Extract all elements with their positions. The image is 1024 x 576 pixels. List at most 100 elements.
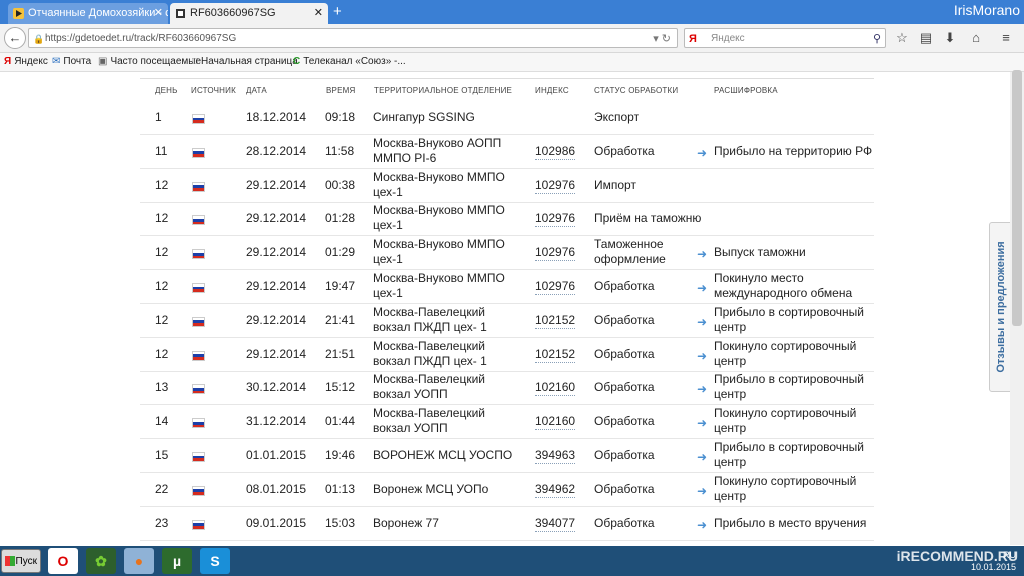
office-cell: Воронеж МСЦ УОПо — [373, 482, 488, 497]
download-icon[interactable]: ⬇ — [940, 28, 960, 48]
index-link[interactable]: 102160 — [535, 380, 576, 397]
decode-cell-line: международного обмена — [714, 286, 853, 300]
decode-cell-line: Прибыло в сортировочный — [714, 304, 864, 319]
index-link[interactable]: 102976 — [535, 245, 576, 262]
index-link[interactable]: 102160 — [535, 414, 576, 431]
time-cell: 01:29 — [325, 245, 355, 260]
header-day: День — [155, 86, 178, 95]
date-cell-text: 29.12.2014 — [246, 177, 307, 192]
index-link[interactable]: 102152 — [535, 346, 576, 363]
day-cell: 12 — [155, 211, 168, 226]
office-cell: ВОРОНЕЖ МСЦ УОСПО — [373, 448, 512, 463]
close-tab-icon[interactable]: ✕ — [314, 3, 323, 24]
search-field[interactable]: Я Яндекс ⚲ — [684, 28, 886, 48]
bookmark-yandex[interactable]: Я Яндекс — [4, 53, 48, 71]
date-cell-text: 09.01.2015 — [246, 515, 307, 530]
index-link-text: 102160 — [535, 414, 576, 431]
skype-icon[interactable]: S — [200, 548, 230, 574]
office-cell-line: цех-1 — [373, 218, 403, 233]
decode-cell-line: Покинуло сортировочный — [714, 338, 857, 353]
scrollbar-thumb[interactable] — [1012, 70, 1022, 326]
office-cell-line: Сингапур SGSING — [373, 110, 475, 124]
index-link[interactable]: 102152 — [535, 312, 576, 329]
decode-cell: Прибыло в сортировочный центр — [714, 305, 864, 335]
bookmarks-list-icon[interactable]: ▤ — [916, 28, 936, 48]
index-link[interactable]: 394962 — [535, 481, 576, 498]
decode-cell: Выпуск таможни — [714, 245, 806, 260]
index-link-text: 102160 — [535, 380, 576, 397]
office-cell-line: Москва-Внуково ММПО — [373, 237, 505, 252]
firefox-icon[interactable]: ● — [124, 548, 154, 574]
opera-icon[interactable]: O — [48, 548, 78, 574]
reload-icon[interactable]: ▾ ↻ — [653, 29, 671, 49]
index-link[interactable]: 102976 — [535, 177, 576, 194]
office-cell-line: ВОРОНЕЖ МСЦ УОСПО — [373, 448, 513, 462]
decode-cell-line: центр — [714, 353, 747, 368]
office-cell-line: ММПО PI-6 — [373, 150, 437, 165]
tab-label: Отчаянные Домохозяйки - с... — [28, 7, 168, 19]
time-cell: 09:18 — [325, 110, 355, 125]
tab-label: RF603660967SG — [190, 7, 276, 19]
arrow-icon: ➜ — [697, 416, 708, 431]
tab-tracking[interactable]: RF603660967SG ✕ — [170, 3, 328, 24]
day-cell-text: 12 — [155, 346, 169, 361]
arrow-icon: ➜ — [697, 281, 708, 295]
navigation-bar: ← 🔒 https://gdetoedet.ru/track/RF6036609… — [0, 24, 1024, 53]
office-cell: Москва-Павелецкий вокзал ПЖДП цех- 1 — [373, 339, 487, 369]
bookmark-soyuz[interactable]: С Телеканал «Союз» -... — [293, 53, 406, 71]
day-cell-text: 22 — [155, 481, 169, 496]
day-cell: 11 — [155, 144, 167, 159]
day-cell-text: 11 — [155, 143, 168, 158]
index-link[interactable]: 102976 — [535, 279, 576, 295]
date-cell: 08.01.2015 — [246, 482, 306, 497]
time-cell-text: 01:28 — [325, 211, 356, 226]
tab-desperate-housewives[interactable]: Отчаянные Домохозяйки - с... ✕ — [8, 3, 168, 24]
home-icon[interactable]: ⌂ — [966, 28, 986, 48]
office-cell-line: вокзал УОПП — [373, 387, 448, 402]
office-cell-line: Москва-Внуково ММПО — [373, 169, 505, 184]
back-button[interactable]: ← — [4, 27, 26, 49]
day-cell-text: 13 — [155, 380, 169, 395]
address-bar[interactable]: 🔒 https://gdetoedet.ru/track/RF603660967… — [28, 28, 678, 48]
bookmark-mail[interactable]: ✉ Почта — [52, 53, 91, 71]
new-tab-button[interactable]: + — [333, 3, 342, 21]
status-cell-line: Обработка — [594, 312, 655, 327]
index-link-text: 102986 — [535, 143, 576, 160]
windows-icon — [5, 556, 15, 566]
utorrent-icon[interactable]: µ — [162, 548, 192, 574]
table-row: 14 31.12.2014 01:44 Москва-Павелецкий вокзал… — [140, 405, 874, 440]
time-cell: 01:13 — [325, 482, 355, 497]
russia-flag-icon — [192, 215, 205, 226]
status-cell-line: Приём на таможню — [594, 211, 702, 226]
icq-icon[interactable]: ✿ — [86, 548, 116, 574]
time-cell: 19:46 — [325, 448, 355, 463]
index-link[interactable]: 102976 — [535, 211, 576, 228]
close-tab-icon[interactable]: ✕ — [154, 3, 163, 24]
bookmark-star-icon[interactable]: ☆ — [892, 28, 912, 48]
time-cell-text: 01:29 — [325, 245, 356, 260]
folder-icon: ▣ — [98, 56, 108, 67]
office-cell-line: Москва-Внуково ММПО — [373, 271, 505, 285]
index-link[interactable]: 102986 — [535, 143, 576, 160]
date-cell-text: 28.12.2014 — [246, 143, 307, 158]
table-row: 11 28.12.2014 11:58 Москва-Внуково АОПП ММПО… — [140, 135, 874, 169]
bookmark-most-visited[interactable]: ▣ Часто посещаемые — [98, 53, 201, 71]
scrollbar[interactable] — [1010, 70, 1024, 545]
office-cell-line: цех-1 — [373, 184, 403, 199]
bookmark-start-page[interactable]: □ Начальная страница — [192, 53, 298, 71]
index-link[interactable]: 394077 — [535, 515, 576, 532]
user-name: IrisMorano — [953, 2, 1020, 18]
russia-flag-icon — [192, 283, 205, 293]
date-cell-text: 29.12.2014 — [246, 312, 307, 327]
decode-cell: Покинуло сортировочный центр — [714, 406, 856, 436]
decode-cell-line: центр — [714, 319, 747, 334]
office-cell-line: Москва-Павелецкий — [373, 304, 485, 319]
start-button[interactable]: Пуск — [1, 549, 41, 573]
index-link[interactable]: 394963 — [535, 448, 576, 464]
day-cell: 15 — [155, 448, 168, 463]
header-source: Источник — [191, 86, 236, 95]
search-icon[interactable]: ⚲ — [873, 29, 881, 49]
date-cell: 29.12.2014 — [246, 178, 306, 193]
page-content: День Источник Дата Время Территориальное… — [0, 72, 1010, 545]
menu-icon[interactable]: ≡ — [996, 28, 1016, 48]
